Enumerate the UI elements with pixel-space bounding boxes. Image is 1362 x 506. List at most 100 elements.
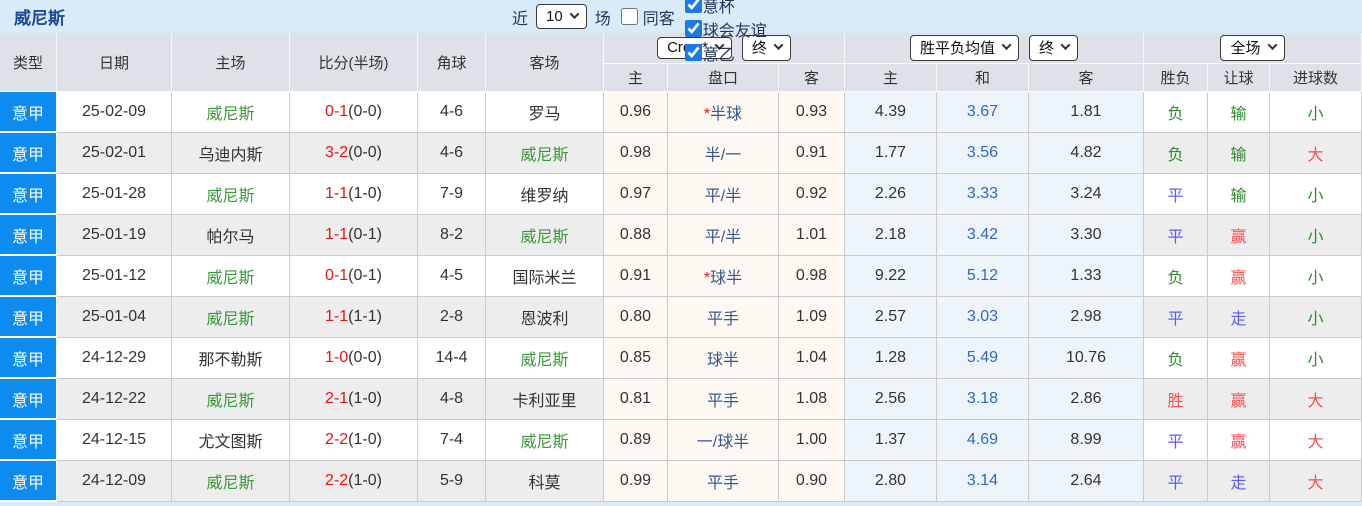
chevron-down-icon: [1060, 40, 1071, 51]
recent-count-select[interactable]: 10: [536, 4, 587, 29]
chevron-down-icon: [569, 8, 580, 19]
same-venue-checkbox[interactable]: [620, 8, 638, 25]
match-date: 25-01-28: [57, 174, 172, 215]
avg-away: 2.64: [1029, 461, 1144, 502]
home-odds: 0.88: [604, 215, 668, 256]
recent-label: 近: [512, 10, 529, 28]
away-odds: 0.92: [779, 174, 845, 215]
result-cell: 负: [1144, 92, 1208, 133]
score-cell: 2-1(1-0): [290, 379, 418, 420]
fulltime-score: 2-2: [325, 472, 349, 489]
league-checkbox-意乙[interactable]: [684, 44, 702, 61]
league-checkbox-意杯[interactable]: [684, 0, 702, 13]
team-name: 卡利亚里: [512, 393, 577, 410]
match-row: 意甲 24-12-22 威尼斯 2-1(1-0) 4-8 卡利亚里 0.81 平手 1.08 2.…: [0, 379, 1362, 420]
handicap-result-cell: 赢: [1208, 379, 1270, 420]
avg-away: 3.30: [1029, 215, 1144, 256]
scope-select[interactable]: 全场: [1220, 35, 1285, 61]
avg-time-value: 终: [1039, 40, 1055, 57]
corners-cell: 14-4: [418, 338, 486, 379]
col-type: 类型: [0, 33, 57, 92]
handicap-cell: 平手: [668, 461, 779, 502]
home-team: 威尼斯: [172, 92, 290, 133]
halftime-score: (1-0): [348, 185, 382, 202]
result-cell: 负: [1144, 338, 1208, 379]
league-label[interactable]: 意杯: [703, 0, 735, 17]
col-score: 比分(半场): [290, 33, 418, 92]
away-odds: 1.00: [779, 420, 845, 461]
subcol-avg-home: 主: [845, 64, 937, 92]
result-cell: 平: [1144, 461, 1208, 502]
goals-result-cell: 大: [1270, 461, 1362, 502]
league-badge: 意甲: [0, 420, 57, 461]
away-team: 维罗纳: [486, 174, 604, 215]
matches-label: 场: [594, 10, 611, 28]
avg-draw: 3.03: [937, 297, 1029, 338]
fulltime-score: 3-2: [325, 144, 349, 161]
chevron-down-icon: [1267, 40, 1277, 51]
match-rows: 意甲 25-02-09 威尼斯 0-1(0-0) 4-6 罗马 0.96 *半球 0.93 4.3…: [0, 92, 1362, 502]
match-date: 24-12-15: [57, 420, 172, 461]
away-team: 威尼斯: [486, 420, 604, 461]
avg-away: 10.76: [1029, 338, 1144, 379]
home-odds: 0.99: [604, 461, 668, 502]
away-team: 威尼斯: [486, 215, 604, 256]
home-odds: 0.85: [604, 338, 668, 379]
handicap-cell: 球半: [668, 338, 779, 379]
result-cell: 胜: [1144, 379, 1208, 420]
league-checkbox-球会友谊[interactable]: [684, 20, 702, 37]
team-name: 维罗纳: [520, 188, 569, 205]
result-cell: 平: [1144, 215, 1208, 256]
away-team: 威尼斯: [486, 338, 604, 379]
halftime-score: (0-1): [348, 226, 382, 243]
team-name: 罗马: [528, 106, 561, 123]
away-odds: 0.90: [779, 461, 845, 502]
scope-group-header: 全场: [1144, 33, 1362, 64]
away-team: 恩波利: [486, 297, 604, 338]
match-row: 意甲 25-01-12 威尼斯 0-1(0-1) 4-5 国际米兰 0.91 *球半 0.98 9…: [0, 256, 1362, 297]
col-away: 客场: [486, 33, 604, 92]
goals-result-cell: 大: [1270, 420, 1362, 461]
halftime-score: (0-1): [348, 267, 382, 284]
recent-count-value: 10: [546, 7, 563, 25]
handicap-result-cell: 赢: [1208, 215, 1270, 256]
home-team: 帕尔马: [172, 215, 290, 256]
away-odds: 1.01: [779, 215, 845, 256]
halftime-score: (1-0): [348, 472, 382, 489]
avg-type-select[interactable]: 胜平负均值: [909, 35, 1019, 61]
goals-result-cell: 小: [1270, 215, 1362, 256]
page-title: 威尼斯: [14, 9, 65, 28]
col-date: 日期: [57, 33, 172, 92]
team-name: 那不勒斯: [198, 352, 263, 369]
handicap-result-cell: 走: [1208, 461, 1270, 502]
subcol-avg-draw: 和: [937, 64, 1029, 92]
avg-home: 2.18: [845, 215, 937, 256]
fulltime-score: 2-1: [325, 390, 349, 407]
avg-group-header: 胜平负均值 终: [845, 33, 1144, 64]
home-team: 那不勒斯: [172, 338, 290, 379]
avg-away: 1.81: [1029, 92, 1144, 133]
avg-home: 2.56: [845, 379, 937, 420]
avg-away: 3.24: [1029, 174, 1144, 215]
away-team: 威尼斯: [486, 133, 604, 174]
handicap-star: *: [703, 106, 711, 123]
team-name: 科莫: [528, 475, 561, 492]
fulltime-score: 1-1: [325, 185, 349, 202]
league-checkbox-group: 意甲意杯球会友谊意乙: [679, 0, 767, 65]
league-badge: 意甲: [0, 215, 57, 256]
away-team: 国际米兰: [486, 256, 604, 297]
avg-draw: 4.69: [937, 420, 1029, 461]
avg-time-select[interactable]: 终: [1029, 35, 1079, 61]
result-cell: 平: [1144, 420, 1208, 461]
match-row: 意甲 25-01-19 帕尔马 1-1(0-1) 8-2 威尼斯 0.88 平/半 1.01 2.…: [0, 215, 1362, 256]
goals-result-cell: 大: [1270, 133, 1362, 174]
result-cell: 负: [1144, 256, 1208, 297]
score-cell: 3-2(0-0): [290, 133, 418, 174]
halftime-score: (0-0): [348, 103, 382, 120]
handicap-result-cell: 输: [1208, 174, 1270, 215]
score-cell: 0-1(0-0): [290, 92, 418, 133]
result-cell: 平: [1144, 174, 1208, 215]
league-label[interactable]: 球会友谊: [703, 17, 767, 41]
avg-away: 4.82: [1029, 133, 1144, 174]
same-venue-label[interactable]: 同客: [643, 5, 675, 29]
